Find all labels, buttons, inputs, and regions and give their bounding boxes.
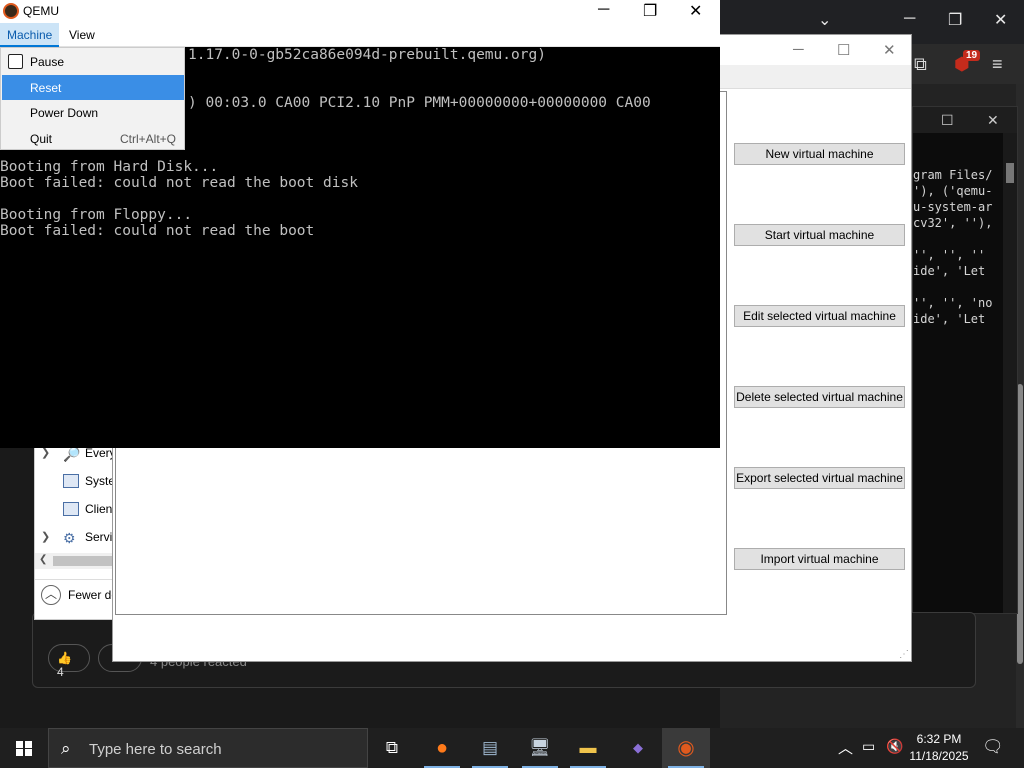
minimize-icon[interactable]: ─ [598,1,609,19]
minimize-icon[interactable]: ─ [793,41,804,58]
menu-item-label: Reset [30,81,62,95]
menu-item-quit[interactable]: Quit Ctrl+Alt+Q [2,126,184,151]
clock[interactable]: 6:32 PM 11/18/2025 [906,731,972,765]
clock-date: 11/18/2025 [909,749,969,763]
bios-line: ) 00:03.0 CA00 PCI2.10 PnP PMM+00000000+… [188,95,651,111]
horizontal-scroll-thumb[interactable] [53,556,113,566]
like-reaction-button[interactable]: 👍 4 [48,644,90,679]
console-output: gram Files/ '), ('qemu-u-system-ar cv32', … [913,167,1005,327]
console-line: '', '', '' [913,248,986,262]
start-button[interactable] [0,728,48,768]
menu-icon[interactable]: ≡ [992,54,1003,75]
extensions-icon[interactable]: ⧉ [914,54,927,75]
menu-view[interactable]: View [62,23,102,47]
visual-studio-taskbar-button[interactable]: ◆ [614,728,662,768]
menu-item-label: Power Down [30,106,99,120]
computer-icon: 🖥 [529,738,551,757]
minimize-icon[interactable]: ─ [904,10,915,28]
console-line: ide', 'Let [913,264,986,278]
qemu-titlebar: QEMU ─ ❐ ✕ [0,0,720,23]
taskbar: ⌕ Type here to search ⧉ ● ▤ 🖥 ▬ ◆ ◉ ︿ ▭ … [0,728,1024,768]
menu-item-shortcut: Ctrl+Alt+Q [119,132,176,146]
search-placeholder: Type here to search [89,741,222,758]
boot-line: Booting from Hard Disk... [0,159,219,175]
console-line: cv32', ''), [913,216,993,230]
delete-vm-button[interactable]: Delete selected virtual machine [734,386,905,408]
console-scroll-thumb[interactable] [1006,163,1014,183]
machine-menu-dropdown: Pause Reset Power Down Quit Ctrl+Alt+Q [0,47,185,150]
console-titlebar: ☐ ✕ [913,107,1017,133]
search-icon: 🔎 [63,446,81,462]
tab-list-chevron-icon[interactable]: ⌄ [818,10,831,30]
extension-badge: 19 [963,50,981,61]
client-icon [63,502,79,516]
firefox-taskbar-button[interactable]: ● [418,728,466,768]
windows-logo-icon [16,741,32,756]
search-icon: ⌕ [61,739,71,758]
console-line: gram Files/ [913,168,993,182]
close-icon[interactable]: ✕ [689,1,702,21]
import-vm-button[interactable]: Import virtual machine [734,548,905,570]
gear-icon: ⚙ [63,530,76,546]
app-taskbar-button[interactable]: ▤ [466,728,514,768]
boot-line: Boot failed: could not read the boot [0,223,315,239]
thumbs-up-icon: 👍 [57,651,72,665]
restore-icon[interactable]: ❐ [948,10,962,30]
window-title: QEMU [23,4,59,18]
console-line: ide', 'Let [913,312,986,326]
like-count: 4 [57,665,64,679]
maximize-icon[interactable]: ☐ [837,41,850,59]
menu-item-label: Pause [30,55,65,69]
scroll-left-icon[interactable]: ❮ [39,554,47,565]
taskbar-search-box[interactable]: ⌕ Type here to search [48,728,368,768]
console-line: '', '', 'no [913,296,993,310]
qemu-menubar: Machine View [0,23,720,47]
close-icon[interactable]: ✕ [994,10,1007,30]
qemu-icon: ◉ [677,737,695,759]
console-line: '), ('qemu- [913,184,993,198]
close-icon[interactable]: ✕ [883,41,896,59]
file-explorer-taskbar-button[interactable]: ▬ [564,728,612,768]
menu-item-reset[interactable]: Reset [2,75,184,100]
console-maximize-icon[interactable]: ☐ [941,112,954,129]
menu-item-label: Quit [30,132,53,146]
server-icon: ▤ [481,738,499,757]
menu-item-pause[interactable]: Pause [2,49,184,74]
network-icon[interactable]: ▭ [862,738,875,768]
file-explorer-pane: ❯ 🔎 Every Syste Clien ❯ ⚙ Servi ❮ ︿ Fewe… [34,440,125,620]
restore-icon[interactable]: ❐ [643,1,657,21]
system-icon [63,474,79,488]
console-close-icon[interactable]: ✕ [987,112,999,129]
expand-chevron-icon[interactable]: ❯ [41,530,50,543]
clock-time: 6:32 PM [916,732,962,746]
chevron-up-icon: ︿ [41,585,61,605]
vs-icon: ◆ [633,740,643,755]
export-vm-button[interactable]: Export selected virtual machine [734,467,905,489]
menu-item-power-down[interactable]: Power Down [2,100,184,125]
boot-line: Booting from Floppy... [0,207,193,223]
resize-grip-icon[interactable]: ⋰ [899,649,909,660]
app-taskbar-button[interactable]: 🖥 [516,728,564,768]
firefox-icon: ● [435,737,449,759]
bios-line: 1.17.0-0-gb52ca86e094d-prebuilt.qemu.org… [188,47,546,63]
notifications-icon[interactable]: 🗨 [982,737,1004,768]
show-hidden-icons-chevron-icon[interactable]: ︿ [838,737,853,768]
pause-checkbox[interactable] [8,54,23,69]
volume-muted-icon[interactable]: 🔇 [886,738,903,768]
console-line: u-system-ar [913,200,993,214]
task-view-button[interactable]: ⧉ [368,728,416,768]
menu-machine[interactable]: Machine [0,23,60,47]
qemu-logo-icon [3,3,19,19]
qemu-taskbar-button[interactable]: ◉ [662,728,710,768]
edit-vm-button[interactable]: Edit selected virtual machine [734,305,905,327]
new-vm-button[interactable]: New virtual machine [734,143,905,165]
task-view-icon: ⧉ [385,738,399,757]
console-scrollbar[interactable] [1003,133,1017,613]
folder-icon: ▬ [579,738,597,757]
console-window: ☐ ✕ gram Files/ '), ('qemu-u-system-ar cv3… [912,106,1018,614]
start-vm-button[interactable]: Start virtual machine [734,224,905,246]
boot-line: Boot failed: could not read the boot dis… [0,175,358,191]
